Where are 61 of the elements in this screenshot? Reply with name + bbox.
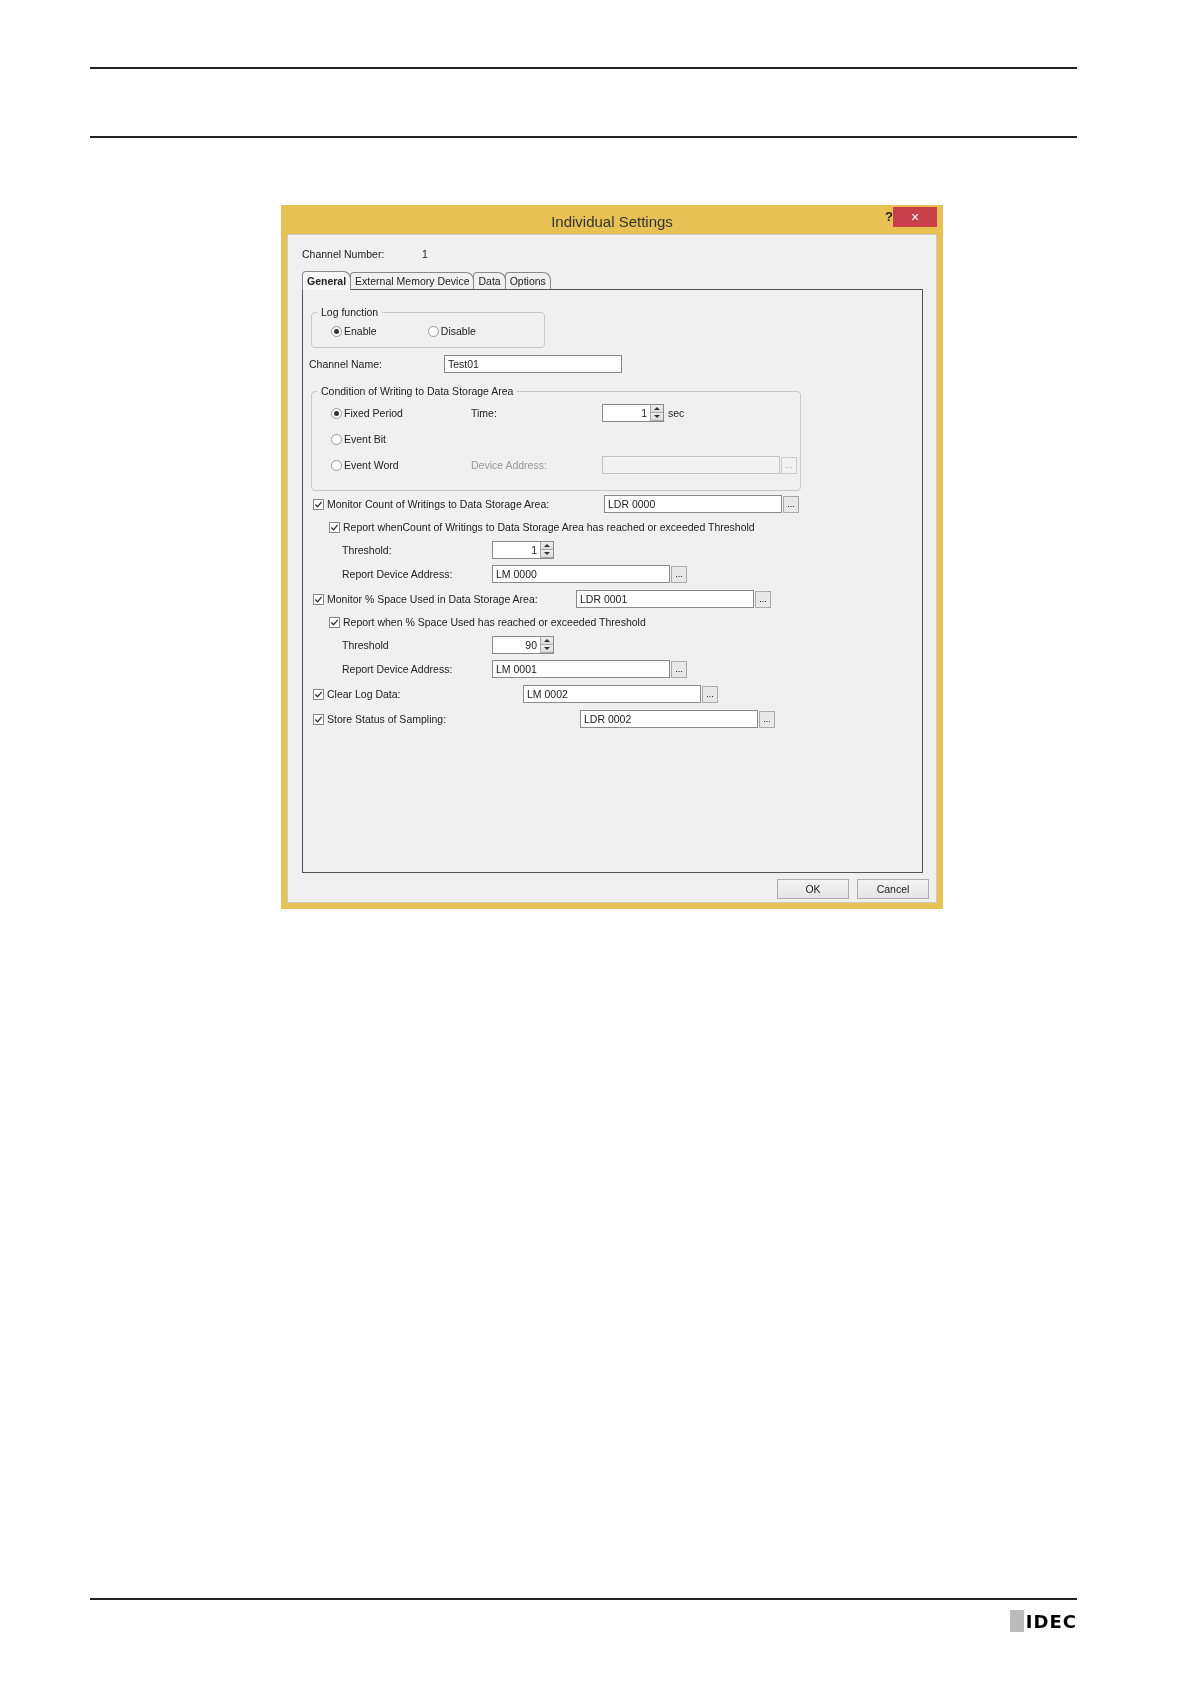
field-label: Report Device Address: <box>342 568 454 580</box>
radio-button[interactable] <box>331 459 342 471</box>
checkbox[interactable] <box>329 616 340 628</box>
browse-button[interactable]: ... <box>755 590 771 608</box>
radio-label[interactable]: Event Bit <box>344 433 471 445</box>
field-label: Time: <box>471 407 498 419</box>
checkbox-label[interactable]: Monitor % Space Used in Data Storage Area: <box>327 593 576 605</box>
address-field[interactable]: LM 0001 <box>492 660 670 678</box>
browse-button[interactable]: ... <box>671 660 687 678</box>
checkbox-label[interactable]: Store Status of Sampling: <box>327 713 580 725</box>
field-label: Channel Name: <box>309 358 383 370</box>
radio-button[interactable] <box>331 407 342 419</box>
radio-label[interactable]: Enable <box>344 325 377 337</box>
channel-name-field[interactable]: Test01 <box>444 355 622 373</box>
address-field[interactable]: LM 0000 <box>492 565 670 583</box>
threshold-spinner[interactable]: 1 <box>492 541 554 559</box>
radio-button[interactable] <box>427 325 439 337</box>
field-label: Threshold: <box>342 544 393 556</box>
spinner-arrows-icon[interactable] <box>650 405 663 421</box>
radio-label[interactable]: Fixed Period <box>344 407 471 419</box>
checkbox-label[interactable]: Monitor Count of Writings to Data Storage Area: <box>327 498 604 510</box>
checkbox[interactable] <box>313 688 324 700</box>
field-label: Device Address: <box>471 459 548 471</box>
channel-number-label: Channel Number: <box>302 248 386 260</box>
radio-label[interactable]: Disable <box>440 325 476 337</box>
tab[interactable]: Options <box>504 272 551 289</box>
logo: IDEC <box>1009 1610 1077 1632</box>
checkbox-label[interactable]: Report whenCount of Writings to Data Storage Area has reached or exceeded Threshold <box>343 521 755 533</box>
dialog-button[interactable]: Cancel <box>857 879 929 899</box>
checkbox[interactable] <box>313 713 324 725</box>
address-field[interactable]: LDR 0002 <box>580 710 758 728</box>
checkbox-label[interactable]: Report when % Space Used has reached or exceeded Threshold <box>343 616 646 628</box>
checkbox[interactable] <box>329 521 340 533</box>
browse-button[interactable]: ... <box>702 685 718 703</box>
browse-button[interactable]: ... <box>671 565 687 583</box>
field-label: Threshold <box>342 639 390 651</box>
group-legend: Log function <box>317 306 383 319</box>
browse-button[interactable]: ... <box>783 495 799 513</box>
field-label: Report Device Address: <box>342 663 454 675</box>
spinner-arrows-icon[interactable] <box>540 542 553 558</box>
browse-button[interactable]: ... <box>759 710 775 728</box>
radio-label[interactable]: Event Word <box>344 459 471 471</box>
group-legend: Condition of Writing to Data Storage Area <box>317 385 518 398</box>
address-field[interactable]: LDR 0000 <box>604 495 782 513</box>
close-button[interactable]: × <box>893 207 937 227</box>
time-spinner[interactable]: 1 <box>602 404 664 422</box>
window-title: Individual Settings <box>551 212 673 230</box>
tab[interactable]: External Memory Device <box>350 272 475 289</box>
checkbox[interactable] <box>313 498 324 510</box>
tab[interactable]: General <box>302 271 352 290</box>
threshold-spinner[interactable]: 90 <box>492 636 554 654</box>
address-field[interactable]: LDR 0001 <box>576 590 754 608</box>
checkbox[interactable] <box>313 593 324 605</box>
spinner-arrows-icon[interactable] <box>540 637 553 653</box>
unit-label: sec <box>668 407 685 419</box>
dialog-button[interactable]: OK <box>777 879 849 899</box>
radio-button[interactable] <box>331 325 342 337</box>
channel-number: 1 <box>422 248 428 260</box>
radio-button[interactable] <box>331 433 342 445</box>
checkbox-label[interactable]: Clear Log Data: <box>327 688 523 700</box>
address-field[interactable]: LM 0002 <box>523 685 701 703</box>
